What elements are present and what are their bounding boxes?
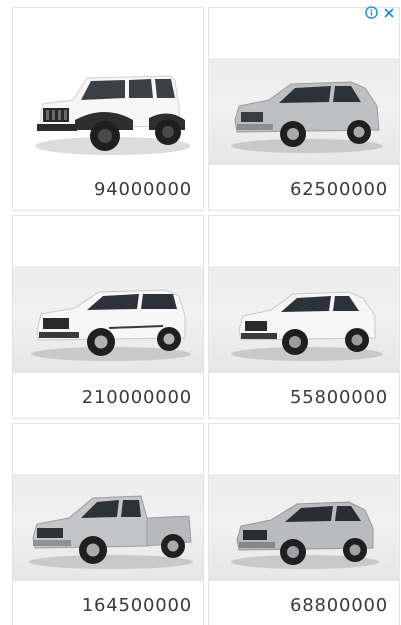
white-toyota-fortuner-image [31,289,191,361]
ad-unit: 94000000 62500000 210000000 55800000 164… [0,0,401,625]
info-circle-icon[interactable] [364,5,379,20]
silver-ford-edge-image [231,501,379,569]
silver-jeep-compass-image [231,81,383,153]
close-icon[interactable] [381,5,396,20]
listing-card[interactable]: 62500000 [208,7,400,211]
listing-price: 55800000 [289,387,388,408]
listing-price: 68800000 [289,595,388,616]
vehicle-photo [209,216,399,373]
white-jeep-compass-image [231,291,383,361]
listing-card[interactable]: 210000000 [12,215,204,419]
ad-controls [364,5,396,20]
white-jeep-wrangler-image [35,75,191,155]
listing-card[interactable]: 68800000 [208,423,400,625]
vehicle-photo [209,424,399,581]
vehicle-photo [13,424,203,581]
listing-card[interactable]: 164500000 [12,423,204,625]
listing-price: 210000000 [81,387,192,408]
listing-card[interactable]: 94000000 [12,7,204,211]
listing-price: 62500000 [289,179,388,200]
vehicle-photo [209,8,399,165]
vehicle-photo [13,8,203,165]
listing-grid: 94000000 62500000 210000000 55800000 164… [12,7,401,625]
vehicle-photo [13,216,203,373]
silver-toyota-hilux-image [29,495,193,569]
listing-card[interactable]: 55800000 [208,215,400,419]
listing-price: 164500000 [81,595,192,616]
listing-price: 94000000 [93,179,192,200]
